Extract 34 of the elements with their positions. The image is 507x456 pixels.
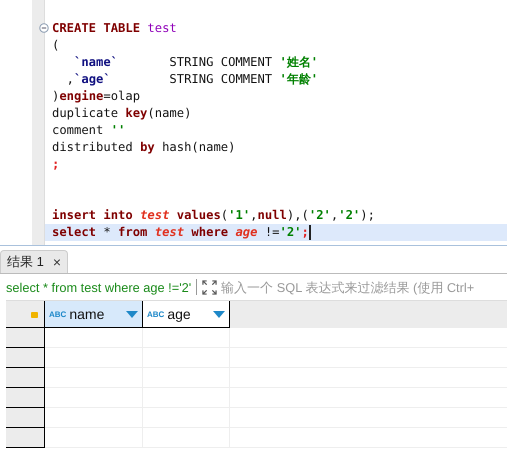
result-tab[interactable]: 结果 1 ×: [0, 250, 68, 273]
code-line: distributed by hash(name): [52, 139, 236, 156]
column-name: age: [167, 306, 192, 322]
row-header[interactable]: [6, 348, 45, 368]
code-line: CREATE TABLE test: [52, 20, 177, 37]
lock-icon: [31, 312, 38, 318]
fold-icon[interactable]: [39, 23, 49, 33]
column-header[interactable]: ABC name: [45, 301, 143, 328]
column-header[interactable]: ABC age: [143, 301, 230, 328]
code-line: select * from test where age !='2';: [52, 224, 309, 241]
code-line: duplicate key(name): [52, 105, 192, 122]
dropdown-arrow-icon[interactable]: [213, 310, 225, 318]
code-line: ;: [52, 156, 60, 173]
code-line: insert into test values('1',null),('2','2');: [52, 207, 375, 224]
column-name: name: [69, 306, 106, 322]
type-label: ABC: [49, 310, 66, 318]
close-icon[interactable]: ×: [52, 254, 62, 270]
dropdown-arrow-icon[interactable]: [126, 310, 138, 318]
code-line: )engine=olap: [52, 88, 140, 105]
text-cursor: [308, 225, 311, 240]
type-label: ABC: [147, 310, 164, 318]
row-header[interactable]: [6, 328, 45, 348]
code-line: ,`age` STRING COMMENT '年龄': [66, 71, 318, 88]
query-text: select * from test where age !='2': [6, 280, 192, 294]
row-header[interactable]: [6, 408, 45, 428]
expand-icon[interactable]: [202, 280, 218, 294]
row-header[interactable]: [6, 368, 45, 388]
row-header[interactable]: [6, 428, 45, 448]
tab-label: 结果 1: [7, 253, 44, 271]
code-line: comment '': [52, 122, 126, 139]
sql-editor[interactable]: [0, 0, 507, 246]
code-line: `name` STRING COMMENT '姓名': [74, 54, 318, 71]
row-header[interactable]: [6, 388, 45, 408]
code-line: (: [52, 37, 60, 54]
